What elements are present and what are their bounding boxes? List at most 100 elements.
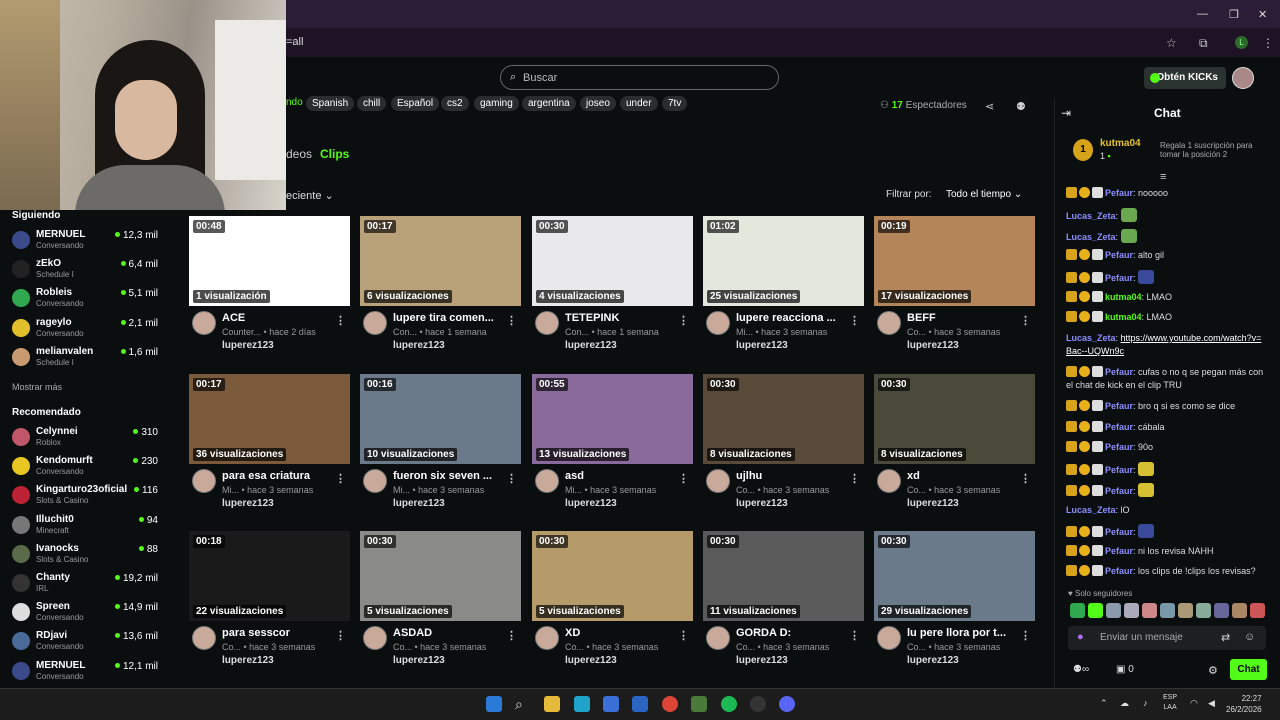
more-options-icon[interactable]: ⋮ <box>849 472 860 485</box>
clip-thumbnail[interactable]: 00:16 10 visualizaciones <box>360 374 521 464</box>
chat-username[interactable]: Pefaur <box>1105 250 1133 260</box>
follower-avatar[interactable] <box>1142 603 1157 618</box>
sidebar-channel-celynnei[interactable]: Celynnei Roblox 310 <box>12 425 160 451</box>
clip-thumbnail[interactable]: 00:30 5 visualizaciones <box>532 531 693 621</box>
clip-thumbnail[interactable]: 00:19 17 visualizaciones <box>874 216 1035 306</box>
clip-title[interactable]: lupere tira comen... <box>393 312 508 324</box>
clip-thumbnail[interactable]: 00:30 8 visualizaciones <box>874 374 1035 464</box>
sidebar-channel-kendomurft[interactable]: Kendomurft Conversando 230 <box>12 454 160 480</box>
file-explorer-icon[interactable] <box>544 696 560 712</box>
clip-card[interactable]: 00:19 17 visualizaciones BEFF Co... • hace … <box>874 216 1035 356</box>
clip-card[interactable]: 00:16 10 visualizaciones fueron six seven … <box>360 374 521 514</box>
tab-clips[interactable]: Clips <box>320 147 349 161</box>
clip-title[interactable]: XD <box>565 627 680 639</box>
chat-username[interactable]: Pefaur <box>1105 188 1133 198</box>
sidebar-channel-mernuel[interactable]: MERNUEL Conversando 12,3 mil <box>12 228 160 254</box>
chat-username[interactable]: Lucas_Zeta <box>1066 505 1116 515</box>
sidebar-channel-kingarturo23oficial[interactable]: Kingarturo23oficial Slots & Casino 116 <box>12 483 160 509</box>
clip-card[interactable]: 00:55 13 visualizaciones asd Mi... • hace 3… <box>532 374 693 514</box>
search-taskbar-icon[interactable]: ⌕ <box>515 696 531 712</box>
clip-title[interactable]: ACE <box>222 312 337 324</box>
clip-title[interactable]: BEFF <box>907 312 1022 324</box>
clip-thumbnail[interactable]: 00:30 8 visualizaciones <box>703 374 864 464</box>
network-icon[interactable]: ☁ <box>1120 698 1129 709</box>
chat-username[interactable]: Pefaur <box>1105 546 1133 556</box>
clip-author[interactable]: luperez123 <box>393 340 445 351</box>
clip-card[interactable]: 00:17 6 visualizaciones lupere tira comen.… <box>360 216 521 356</box>
clip-thumbnail[interactable]: 00:30 11 visualizaciones <box>703 531 864 621</box>
follower-avatar[interactable] <box>1106 603 1121 618</box>
follow-user-icon[interactable]: ⚉ <box>1016 100 1026 113</box>
translate-icon[interactable]: ⇄ <box>1221 631 1230 644</box>
more-options-icon[interactable]: ⋮ <box>1020 314 1031 327</box>
sidebar-channel-spreen[interactable]: Spreen Conversando 14,9 mil <box>12 600 160 626</box>
spotify-icon[interactable] <box>721 696 737 712</box>
clip-author[interactable]: luperez123 <box>736 340 788 351</box>
more-options-icon[interactable]: ⋮ <box>335 314 346 327</box>
follower-avatar[interactable] <box>1088 603 1103 618</box>
clip-title[interactable]: GORDA D: <box>736 627 851 639</box>
chat-username[interactable]: Pefaur <box>1105 465 1133 475</box>
mic-tray-icon[interactable]: ♪ <box>1143 698 1148 708</box>
clip-author[interactable]: luperez123 <box>736 655 788 666</box>
clip-thumbnail[interactable]: 01:02 25 visualizaciones <box>703 216 864 306</box>
chat-username[interactable]: Pefaur <box>1105 367 1133 377</box>
clock[interactable]: 22:27 26/2/2026 <box>1226 693 1262 715</box>
sidebar-channel-zeko[interactable]: zEkO Schedule I 6,4 mil <box>12 257 160 283</box>
clip-card[interactable]: 00:30 5 visualizaciones ASDAD Co... • hace … <box>360 531 521 671</box>
minecraft-icon[interactable] <box>691 696 707 712</box>
language-indicator[interactable]: ESP LAA <box>1163 693 1177 713</box>
clip-title[interactable]: lu pere llora por t... <box>907 627 1022 639</box>
clip-title[interactable]: TETEPINK <box>565 312 680 324</box>
more-options-icon[interactable]: ⋮ <box>506 629 517 642</box>
clip-author[interactable]: luperez123 <box>222 340 274 351</box>
tag-partial[interactable]: ndo <box>286 97 303 108</box>
chat-username[interactable]: kutma04 <box>1105 312 1142 322</box>
chat-username[interactable]: Pefaur <box>1105 422 1133 432</box>
follower-avatar[interactable] <box>1160 603 1175 618</box>
filter-dropdown[interactable]: Todo el tiempo ⌄ <box>946 189 1022 200</box>
more-options-icon[interactable]: ⋮ <box>678 472 689 485</box>
url-text[interactable]: =all <box>286 36 303 48</box>
clip-author[interactable]: luperez123 <box>222 498 274 509</box>
clip-card[interactable]: 00:48 1 visualización ACE Counter... • hace… <box>189 216 350 356</box>
clip-title[interactable]: asd <box>565 470 680 482</box>
clip-thumbnail[interactable]: 00:18 22 visualizaciones <box>189 531 350 621</box>
more-options-icon[interactable]: ⋮ <box>1020 629 1031 642</box>
sidebar-channel-illuchit0[interactable]: Illuchit0 Minecraft 94 <box>12 513 160 539</box>
follower-avatar[interactable] <box>1214 603 1229 618</box>
chat-username[interactable]: Pefaur <box>1105 486 1133 496</box>
clip-author[interactable]: luperez123 <box>393 498 445 509</box>
tag-under[interactable]: under <box>620 96 658 111</box>
sort-dropdown[interactable]: eciente ⌄ <box>286 189 334 202</box>
user-avatar[interactable] <box>1232 67 1254 89</box>
clip-author[interactable]: luperez123 <box>907 498 959 509</box>
chat-username[interactable]: Pefaur <box>1105 566 1133 576</box>
clip-thumbnail[interactable]: 00:48 1 visualización <box>189 216 350 306</box>
chat-username[interactable]: Lucas_Zeta <box>1066 333 1116 343</box>
tab-videos[interactable]: deos <box>286 147 312 161</box>
profile-avatar[interactable]: L <box>1235 36 1248 49</box>
chat-input[interactable]: ● Enviar un mensaje ⇄ ☺ <box>1068 626 1266 650</box>
clip-card[interactable]: 00:17 36 visualizaciones para esa criatura… <box>189 374 350 514</box>
clip-thumbnail[interactable]: 00:30 29 visualizaciones <box>874 531 1035 621</box>
clip-title[interactable]: para sesscor <box>222 627 337 639</box>
chat-points[interactable]: ▣ 0 <box>1116 664 1134 675</box>
more-options-icon[interactable]: ⋮ <box>1020 472 1031 485</box>
wifi-icon[interactable]: ◠ <box>1190 698 1198 709</box>
store-icon[interactable] <box>603 696 619 712</box>
volume-icon[interactable]: ◀ <box>1208 698 1215 709</box>
follower-avatar[interactable] <box>1178 603 1193 618</box>
sidebar-channel-chanty[interactable]: Chanty IRL 19,2 mil <box>12 571 160 597</box>
more-options-icon[interactable]: ⋮ <box>849 629 860 642</box>
follower-avatar[interactable] <box>1070 603 1085 618</box>
restore-icon[interactable]: ❐ <box>1229 8 1239 21</box>
chat-username[interactable]: Pefaur <box>1105 527 1133 537</box>
clip-title[interactable]: lupere reacciona ... <box>736 312 851 324</box>
more-options-icon[interactable]: ⋮ <box>506 314 517 327</box>
send-chat-button[interactable]: Chat <box>1230 659 1267 680</box>
clip-card[interactable]: 00:30 4 visualizaciones TETEPINK Con... • h… <box>532 216 693 356</box>
follower-avatar[interactable] <box>1124 603 1139 618</box>
follower-avatar[interactable] <box>1196 603 1211 618</box>
clip-thumbnail[interactable]: 00:30 5 visualizaciones <box>360 531 521 621</box>
